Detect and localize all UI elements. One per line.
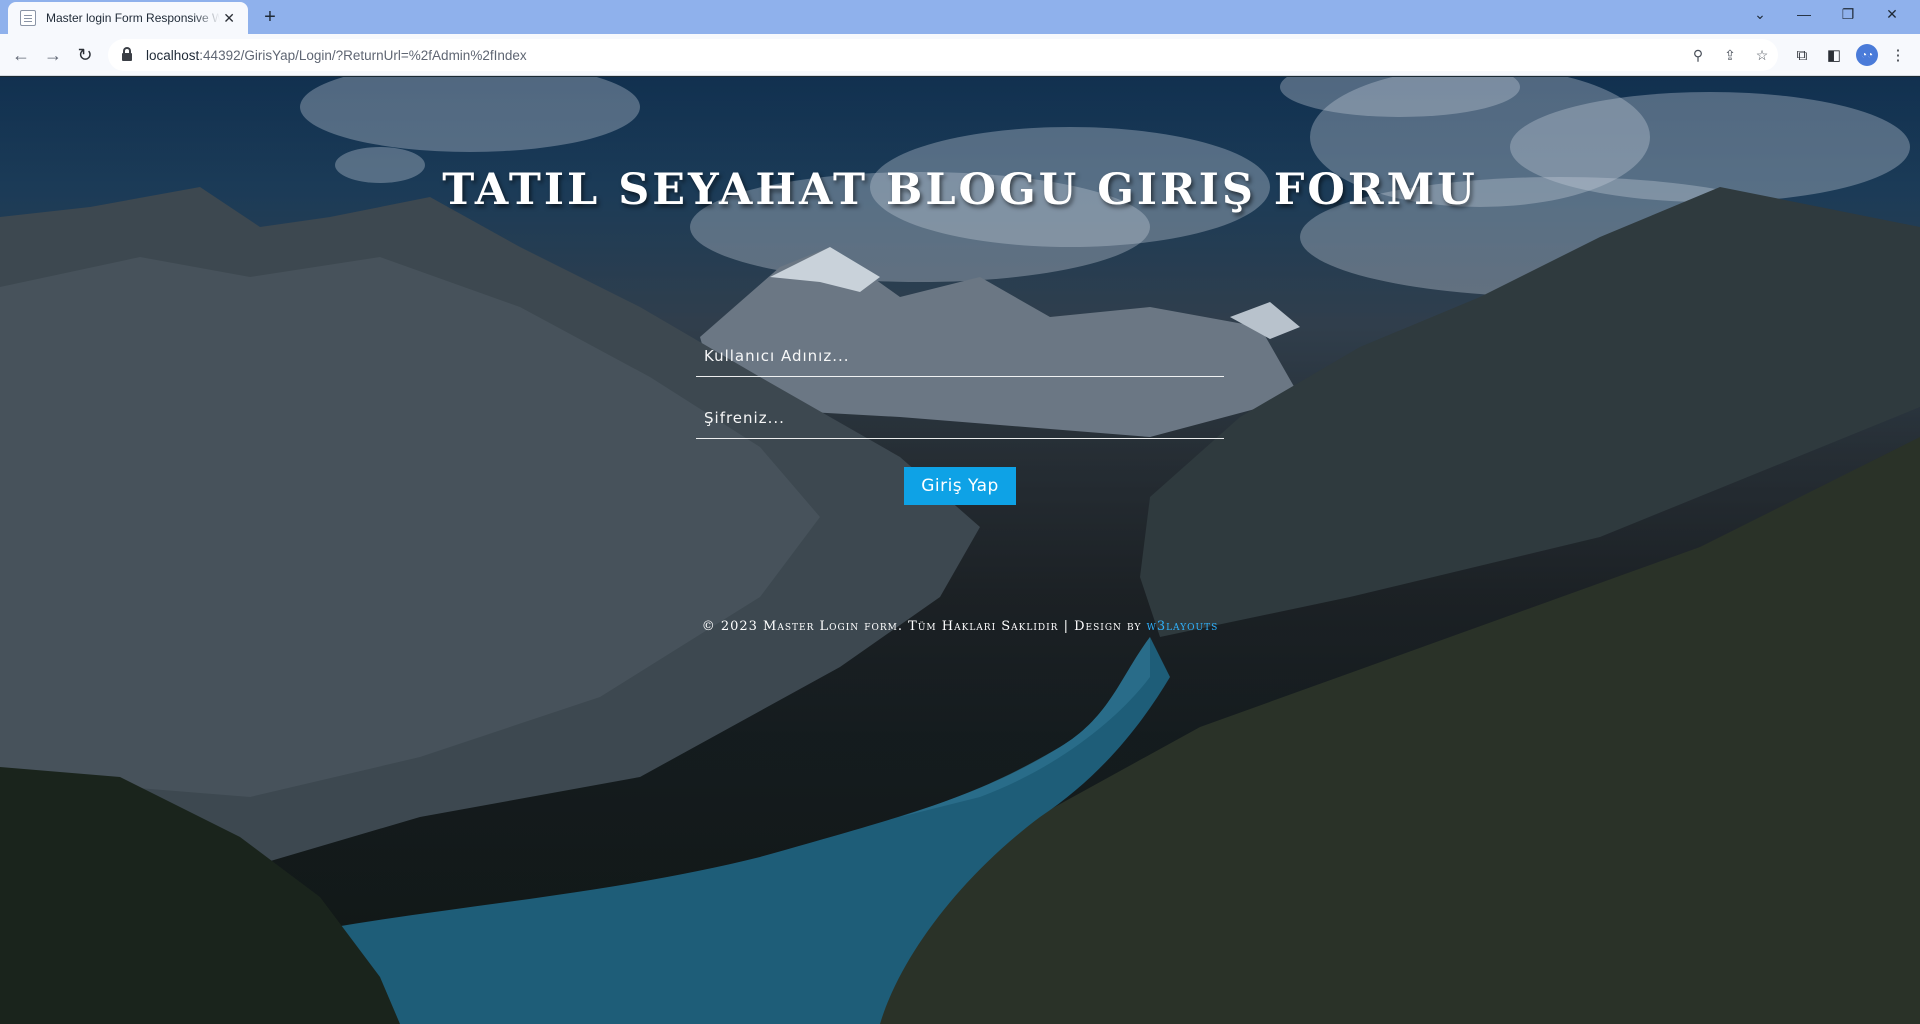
footer: © 2023 Master Login form. Tüm Hakları Sa… [0, 619, 1920, 634]
browser-tab[interactable]: Master login Form Responsive W ✕ [8, 2, 248, 34]
side-panel-icon[interactable]: ◧ [1824, 45, 1844, 65]
password-input[interactable] [696, 397, 1224, 439]
extensions-icon[interactable]: ⧉ [1792, 45, 1812, 65]
zoom-icon[interactable]: ⚲ [1688, 45, 1708, 65]
browser-toolbar: ← → ↻ localhost:44392/GirisYap/Login/?Re… [0, 34, 1920, 76]
url-text[interactable]: localhost:44392/GirisYap/Login/?ReturnUr… [146, 48, 527, 63]
lock-icon[interactable] [122, 47, 132, 61]
close-icon[interactable]: ✕ [220, 9, 238, 27]
star-icon[interactable]: ☆ [1752, 45, 1772, 65]
tab-title: Master login Form Responsive W [46, 11, 221, 25]
w3layouts-link[interactable]: w3layouts [1147, 619, 1219, 634]
chevron-down-icon[interactable]: ⌄ [1738, 0, 1782, 28]
footer-text: © 2023 Master Login form. Tüm Hakları Sa… [701, 619, 1142, 634]
login-button[interactable]: Giriş Yap [904, 467, 1016, 505]
share-icon[interactable]: ⇪ [1720, 45, 1740, 65]
tab-strip: Master login Form Responsive W ✕ + ⌄ — ❐… [0, 0, 1920, 34]
window-close-icon[interactable]: ✕ [1870, 0, 1914, 28]
username-input[interactable] [696, 335, 1224, 377]
url-host: localhost [146, 47, 200, 63]
address-bar[interactable]: localhost:44392/GirisYap/Login/?ReturnUr… [108, 39, 1778, 71]
new-tab-button[interactable]: + [258, 5, 282, 29]
profile-avatar[interactable]: ◔◔ [1856, 44, 1878, 66]
mountain-lake-background [0, 77, 1920, 1024]
url-path: :44392/GirisYap/Login/?ReturnUrl=%2fAdmi… [199, 47, 527, 63]
forward-arrow-icon[interactable]: → [39, 41, 67, 69]
reload-icon[interactable]: ↻ [71, 41, 99, 69]
restore-icon[interactable]: ❐ [1826, 0, 1870, 28]
page-title: TATIL SEYAHAT BLOGU GIRIŞ FORMU [442, 165, 1478, 215]
kebab-menu-icon[interactable]: ⋮ [1888, 45, 1908, 65]
page-icon [20, 10, 36, 26]
back-arrow-icon[interactable]: ← [7, 41, 35, 69]
minimize-icon[interactable]: — [1782, 0, 1826, 28]
page-viewport: TATIL SEYAHAT BLOGU GIRIŞ FORMU Giriş Ya… [0, 77, 1920, 1024]
